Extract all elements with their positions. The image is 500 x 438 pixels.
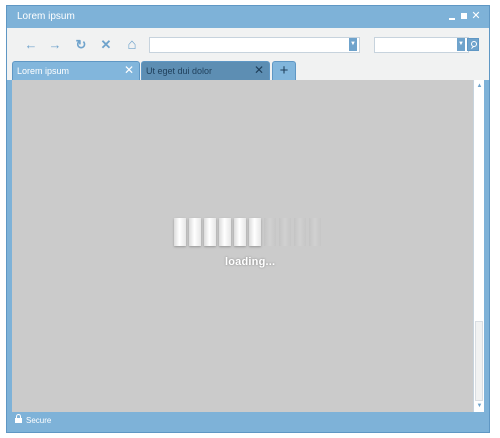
lock-icon: [15, 414, 22, 423]
back-arrow-icon[interactable]: ←: [23, 37, 39, 53]
loading-text: loading...: [225, 256, 276, 268]
window-title: Lorem ipsum: [17, 11, 75, 22]
tab-label: Ut eget dui dolor: [146, 66, 213, 76]
loader-segment-filled: [204, 218, 216, 246]
address-bar-input[interactable]: [149, 37, 360, 53]
forward-arrow-icon[interactable]: →: [47, 37, 63, 53]
reload-icon[interactable]: ↻: [73, 37, 89, 53]
minimize-icon[interactable]: [447, 11, 457, 21]
tab-close-icon[interactable]: ✕: [254, 64, 264, 76]
loader-segment-empty: [309, 218, 321, 246]
navigation-toolbar: ← → ↻ ✕ ⌂ ▼ ▼: [7, 28, 489, 61]
address-dropdown-icon[interactable]: ▼: [349, 38, 357, 51]
title-bar: Lorem ipsum ✕: [7, 6, 489, 28]
scrollbar-thumb[interactable]: [475, 321, 483, 401]
tab-ut-eget-dui-dolor[interactable]: Ut eget dui dolor ✕: [141, 61, 270, 80]
status-bar: Secure: [7, 412, 489, 432]
home-icon[interactable]: ⌂: [124, 37, 140, 53]
loader-segment-filled: [234, 218, 246, 246]
stop-icon[interactable]: ✕: [98, 37, 114, 53]
search-icon[interactable]: [467, 38, 479, 51]
scroll-up-icon[interactable]: ▲: [476, 82, 483, 90]
scroll-down-icon[interactable]: ▼: [476, 402, 483, 410]
tab-strip: Lorem ipsum ✕ Ut eget dui dolor ✕ +: [7, 61, 489, 80]
loader-segment-filled: [249, 218, 261, 246]
browser-window: Lorem ipsum ✕ ← → ↻ ✕ ⌂ ▼ ▼ Lorem ipsum …: [6, 5, 490, 433]
page-viewport: loading...: [12, 80, 473, 412]
vertical-scrollbar[interactable]: ▲ ▼: [473, 80, 484, 412]
loader-segment-empty: [279, 218, 291, 246]
loader-segment-empty: [294, 218, 306, 246]
tab-label: Lorem ipsum: [17, 66, 70, 76]
loading-progress-bar: [174, 218, 324, 248]
maximize-icon[interactable]: [459, 11, 469, 21]
search-input[interactable]: [374, 37, 469, 53]
new-tab-plus-icon[interactable]: +: [272, 61, 296, 80]
close-icon[interactable]: ✕: [471, 11, 481, 22]
tab-lorem-ipsum[interactable]: Lorem ipsum ✕: [12, 61, 140, 80]
tab-close-icon[interactable]: ✕: [124, 64, 134, 76]
loader-segment-filled: [189, 218, 201, 246]
loader-segment-filled: [219, 218, 231, 246]
search-dropdown-icon[interactable]: ▼: [457, 38, 465, 51]
loader-segment-filled: [174, 218, 186, 246]
loader-segment-empty: [264, 218, 276, 246]
status-text: Secure: [26, 416, 52, 425]
